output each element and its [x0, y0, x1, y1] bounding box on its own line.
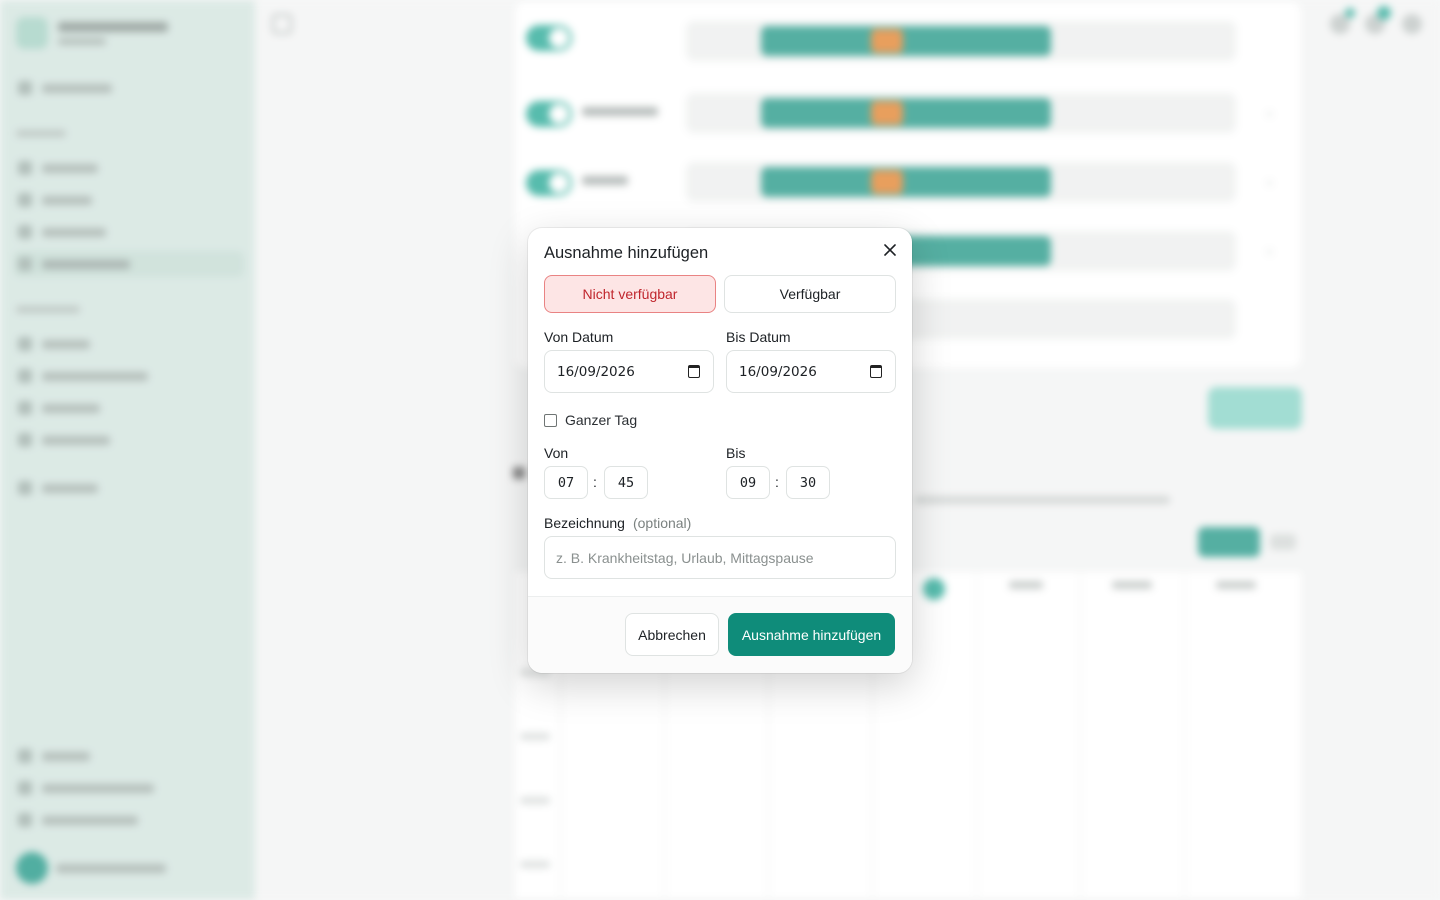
- from-date-input[interactable]: 16/09/2026: [544, 350, 714, 393]
- all-day-label[interactable]: Ganzer Tag: [565, 412, 637, 428]
- unavailable-toggle-button[interactable]: Nicht verfügbar: [544, 275, 716, 313]
- to-date-value: 16/09/2026: [739, 363, 817, 380]
- cancel-button[interactable]: Abbrechen: [625, 613, 719, 656]
- from-minute-input[interactable]: 45: [604, 466, 648, 499]
- to-date-label: Bis Datum: [726, 329, 791, 345]
- from-hour-input[interactable]: 07: [544, 466, 588, 499]
- close-button[interactable]: [880, 240, 900, 260]
- to-hour-input[interactable]: 09: [726, 466, 770, 499]
- description-label: Bezeichnung (optional): [544, 515, 691, 531]
- optional-hint: (optional): [632, 515, 692, 531]
- from-date-value: 16/09/2026: [557, 363, 635, 380]
- all-day-checkbox[interactable]: [544, 414, 557, 427]
- from-date-label: Von Datum: [544, 329, 614, 345]
- description-input[interactable]: [544, 536, 896, 579]
- add-exception-button[interactable]: Ausnahme hinzufügen: [728, 613, 895, 656]
- dialog-title: Ausnahme hinzufügen: [544, 244, 709, 262]
- footer-divider: [528, 596, 912, 597]
- time-separator: :: [593, 474, 597, 490]
- available-toggle-button[interactable]: Verfügbar: [724, 275, 896, 313]
- to-time-label: Bis: [726, 445, 746, 461]
- time-separator: :: [775, 474, 779, 490]
- from-time-label: Von: [544, 445, 569, 461]
- add-exception-dialog: Ausnahme hinzufügen Nicht verfügbar Verf…: [528, 228, 912, 673]
- to-date-input[interactable]: 16/09/2026: [726, 350, 896, 393]
- calendar-icon[interactable]: [870, 365, 882, 378]
- to-minute-input[interactable]: 30: [786, 466, 830, 499]
- close-icon: [884, 244, 896, 256]
- description-label-text: Bezeichnung: [544, 515, 625, 531]
- calendar-icon[interactable]: [688, 365, 700, 378]
